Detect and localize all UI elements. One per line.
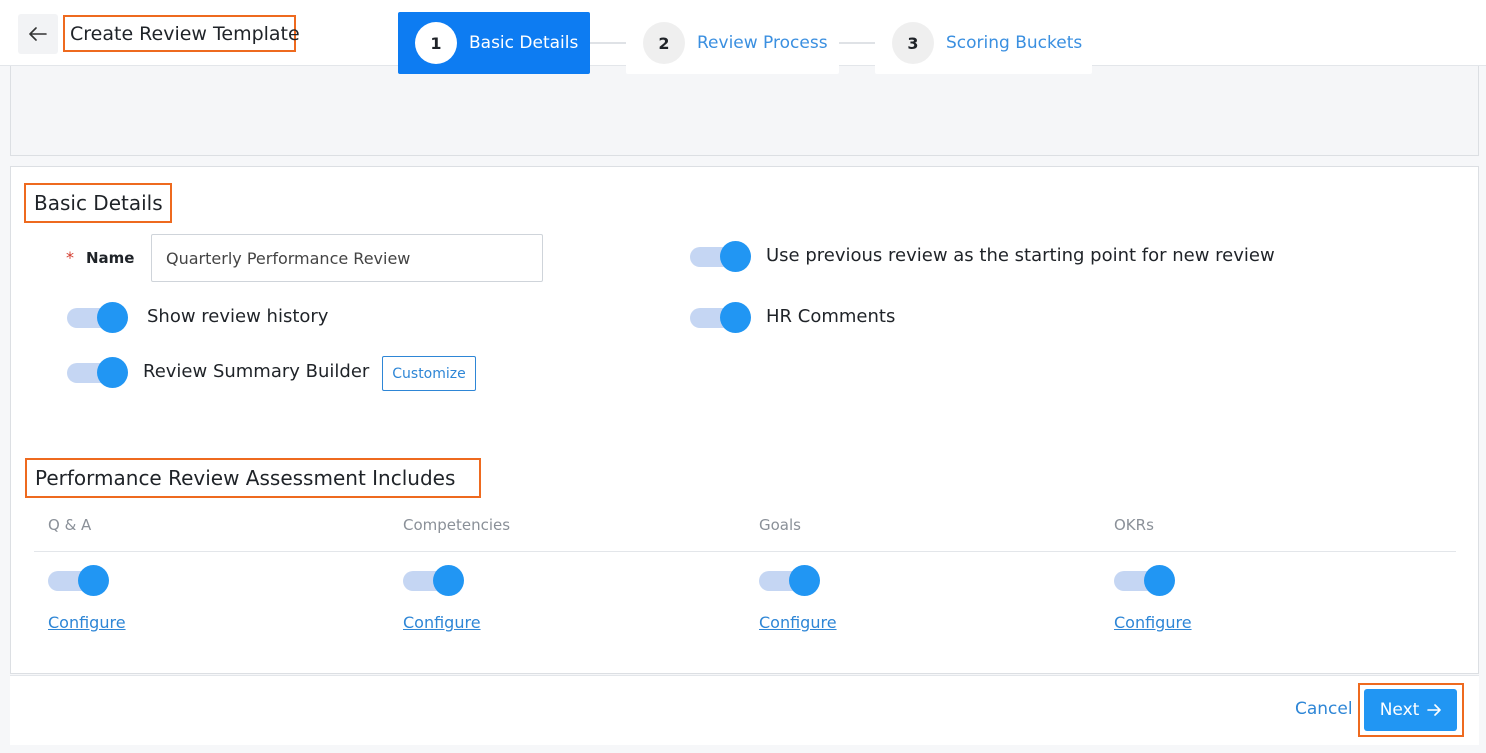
page-title: Create Review Template: [63, 15, 300, 52]
step-number: 2: [643, 22, 685, 64]
step-label: Basic Details: [469, 33, 579, 53]
qa-configure-link[interactable]: Configure: [48, 613, 126, 632]
step-connector: [839, 42, 875, 44]
use-previous-toggle[interactable]: [690, 240, 752, 272]
back-button[interactable]: [18, 14, 58, 54]
use-previous-label: Use previous review as the starting poin…: [766, 245, 1275, 266]
hr-comments-toggle[interactable]: [690, 301, 752, 333]
cancel-button[interactable]: Cancel: [1295, 699, 1353, 719]
step-scoring-buckets[interactable]: 3 Scoring Buckets: [875, 12, 1092, 74]
next-button[interactable]: Next: [1364, 689, 1457, 731]
step-connector: [590, 42, 626, 44]
next-label: Next: [1379, 700, 1420, 720]
competencies-toggle[interactable]: [403, 564, 465, 596]
hr-comments-label: HR Comments: [766, 306, 896, 327]
name-label: Name: [86, 249, 135, 267]
okrs-configure-link[interactable]: Configure: [1114, 613, 1192, 632]
summary-builder-label: Review Summary Builder: [143, 361, 370, 382]
column-header-qa: Q & A: [48, 516, 92, 534]
summary-builder-toggle[interactable]: [67, 356, 129, 388]
show-history-label: Show review history: [147, 306, 329, 327]
footer-bar: [10, 675, 1479, 745]
step-label: Scoring Buckets: [946, 33, 1083, 53]
basic-details-heading: Basic Details: [24, 183, 172, 223]
step-basic-details[interactable]: 1 Basic Details: [398, 12, 590, 74]
assessment-heading: Performance Review Assessment Includes: [25, 458, 481, 498]
column-header-okrs: OKRs: [1114, 516, 1154, 534]
stepper: [10, 66, 1479, 156]
arrow-right-icon: [1427, 704, 1442, 716]
step-review-process[interactable]: 2 Review Process: [626, 12, 839, 74]
arrow-left-icon: [29, 27, 47, 41]
required-mark: *: [66, 248, 74, 267]
qa-toggle[interactable]: [48, 564, 110, 596]
goals-toggle[interactable]: [759, 564, 821, 596]
customize-button[interactable]: Customize: [382, 356, 476, 391]
step-number: 1: [415, 22, 457, 64]
column-header-competencies: Competencies: [403, 516, 511, 534]
assessment-divider: [34, 551, 1456, 552]
step-label: Review Process: [697, 33, 828, 53]
show-history-toggle[interactable]: [67, 301, 129, 333]
goals-configure-link[interactable]: Configure: [759, 613, 837, 632]
step-number: 3: [892, 22, 934, 64]
name-input[interactable]: Quarterly Performance Review: [151, 234, 543, 282]
okrs-toggle[interactable]: [1114, 564, 1176, 596]
competencies-configure-link[interactable]: Configure: [403, 613, 481, 632]
column-header-goals: Goals: [759, 516, 801, 534]
